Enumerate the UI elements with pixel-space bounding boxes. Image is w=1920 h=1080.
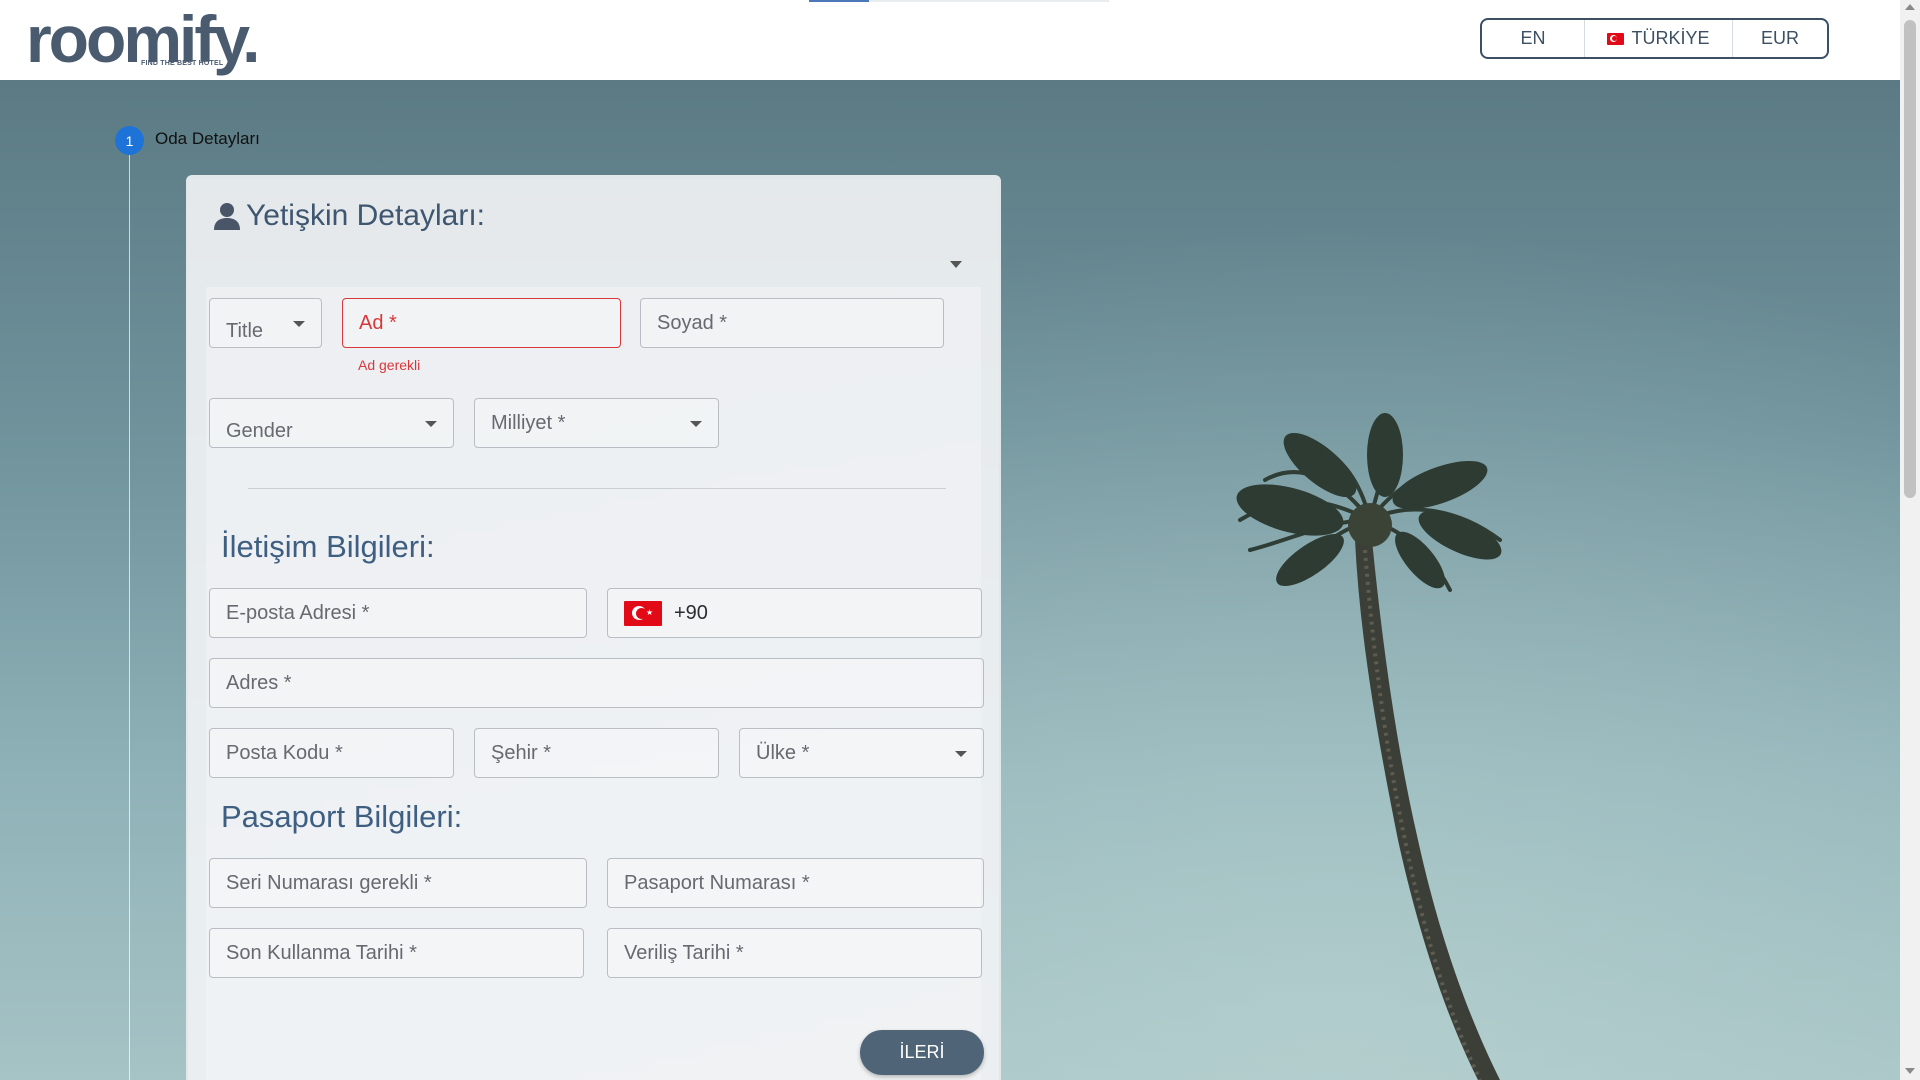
chevron-down-icon [425,421,437,427]
serial-number-input[interactable]: Seri Numarası gerekli * [209,858,587,908]
country-label: TÜRKİYE [1631,28,1710,48]
phone-country-code: +90 [674,601,708,624]
phone-input[interactable]: ★ +90 [607,588,982,638]
postal-code-placeholder: Posta Kodu * [226,741,343,764]
locale-selector: EN TÜRKİYE EUR [1480,18,1829,59]
section-divider [248,488,946,489]
turkey-flag-icon [1607,32,1625,45]
nationality-select-value: Milliyet * [491,411,566,434]
scrollbar-thumb[interactable] [1904,20,1916,498]
chevron-down-icon [690,421,702,427]
address-input[interactable]: Adres * [209,658,984,708]
nationality-select[interactable]: Milliyet * [474,398,719,448]
issue-date-input[interactable]: Veriliş Tarihi * [607,928,982,978]
city-placeholder: Şehir * [491,741,552,764]
first-name-placeholder: Ad * [359,311,397,334]
gender-select-value: Gender [226,419,293,442]
site-header: roomify. FIND THE BEST HOTEL EN TÜRKİYE … [0,0,1900,80]
person-icon [214,203,240,230]
step-number-badge: 1 [115,126,144,155]
email-input[interactable]: E-posta Adresi * [209,588,587,638]
next-button-label: İLERİ [899,1042,945,1062]
expiry-date-input[interactable]: Son Kullanma Tarihi * [209,928,584,978]
issue-date-placeholder: Veriliş Tarihi * [624,941,744,964]
page-loading-bar [809,0,1109,2]
passport-number-placeholder: Pasaport Numarası * [624,871,810,894]
first-name-input[interactable]: Ad * [342,298,621,348]
expiry-date-placeholder: Son Kullanma Tarihi * [226,941,417,964]
title-select[interactable]: Title [209,298,322,348]
email-placeholder: E-posta Adresi * [226,601,370,624]
step-number: 1 [125,132,134,149]
booking-form-card: Yetişkin Detayları: Title Ad * Ad gerekl… [186,175,1001,1080]
postal-code-input[interactable]: Posta Kodu * [209,728,454,778]
passport-section-title: Pasaport Bilgileri: [221,799,463,834]
last-name-input[interactable]: Soyad * [640,298,944,348]
contact-section-title: İletişim Bilgileri: [221,529,435,564]
turkey-flag-icon[interactable]: ★ [624,600,662,626]
scroll-down-arrow-icon[interactable] [1905,1068,1915,1074]
next-button[interactable]: İLERİ [860,1030,984,1075]
city-input[interactable]: Şehir * [474,728,719,778]
chevron-down-icon [955,751,967,757]
logo-tagline: FIND THE BEST HOTEL [141,60,224,67]
scroll-up-arrow-icon[interactable] [1905,4,1915,10]
adult-details-title: Yetişkin Detayları: [246,199,486,232]
title-select-value: Title [226,319,264,342]
step-label[interactable]: Oda Detayları [155,129,260,149]
country-select[interactable]: Ülke * [739,728,984,778]
address-placeholder: Adres * [226,671,292,694]
first-name-error: Ad gerekli [358,357,421,373]
country-select-value: Ülke * [756,741,810,764]
adult-details-header[interactable]: Yetişkin Detayları: [212,199,485,233]
roomify-logo[interactable]: roomify. FIND THE BEST HOTEL [26,2,260,76]
country-selector[interactable]: TÜRKİYE [1584,20,1732,57]
gender-select[interactable]: Gender [209,398,454,448]
language-label: EN [1520,28,1546,48]
stepper-line [129,155,130,1080]
language-selector[interactable]: EN [1482,20,1584,57]
serial-number-placeholder: Seri Numarası gerekli * [226,871,432,894]
currency-label: EUR [1760,28,1799,48]
collapse-chevron-icon[interactable] [950,261,962,268]
passport-number-input[interactable]: Pasaport Numarası * [607,858,984,908]
chevron-down-icon [293,321,305,327]
page-scrollbar[interactable] [1900,0,1920,1080]
last-name-placeholder: Soyad * [657,311,728,334]
currency-selector[interactable]: EUR [1732,20,1827,57]
